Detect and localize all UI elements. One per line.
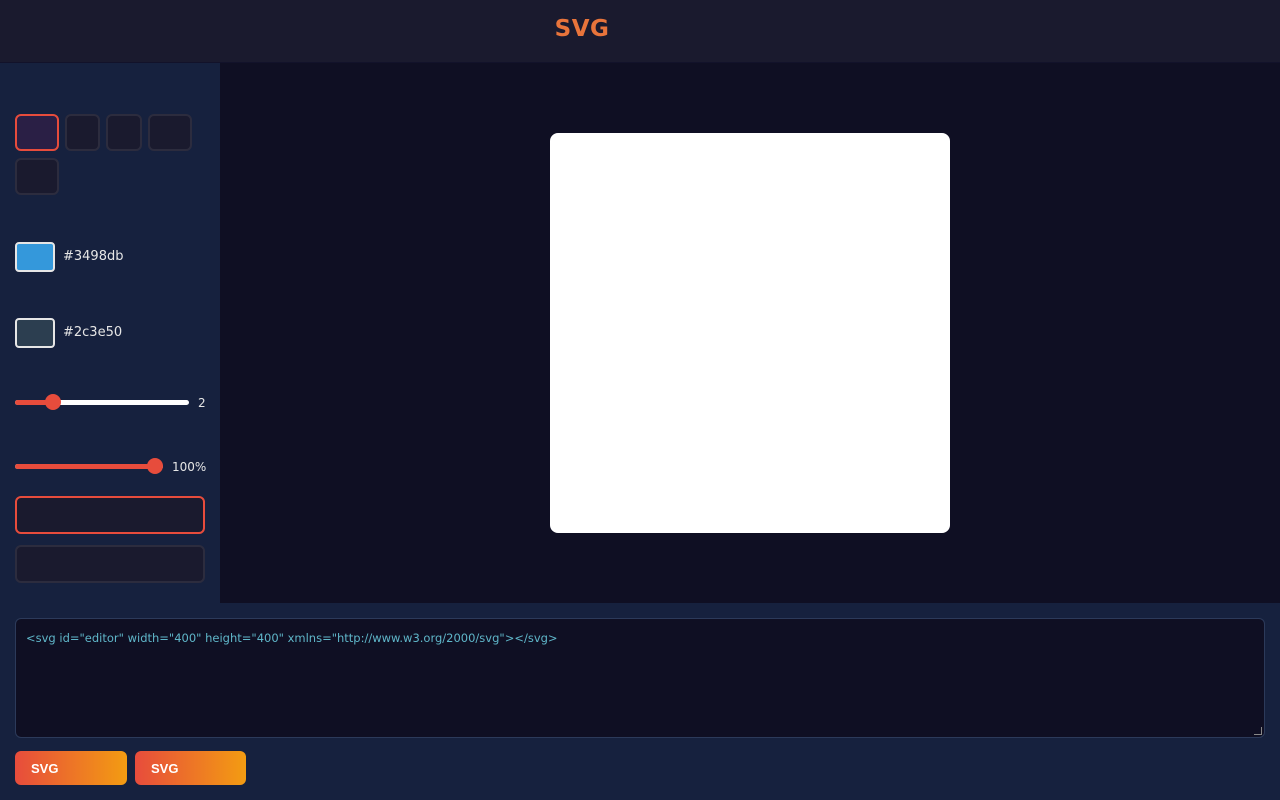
tool-sidebar: #3498db #2c3e50 2 100%	[0, 63, 220, 603]
svg-code-content: <svg id="editor" width="400" height="400…	[26, 631, 558, 645]
stroke-width-value: 2	[198, 396, 206, 410]
panel-button-1[interactable]	[15, 496, 205, 534]
svg-action-button-2[interactable]: SVG	[135, 751, 246, 785]
tool-button-4[interactable]	[148, 114, 192, 151]
opacity-fill	[15, 464, 155, 469]
tool-button-1[interactable]	[15, 114, 59, 151]
tool-button-5[interactable]	[15, 158, 59, 195]
panel-button-2[interactable]	[15, 545, 205, 583]
fill-color-value: #3498db	[63, 249, 124, 264]
stroke-color-picker[interactable]	[15, 318, 55, 348]
app-title: SVG	[554, 16, 610, 42]
opacity-slider[interactable]	[15, 458, 163, 474]
svg-action-button-1[interactable]: SVG	[15, 751, 127, 785]
stroke-width-thumb[interactable]	[45, 394, 62, 410]
fill-color-picker[interactable]	[15, 242, 55, 272]
svg-code-textarea[interactable]: <svg id="editor" width="400" height="400…	[15, 618, 1265, 738]
tool-button-3[interactable]	[106, 114, 142, 151]
app-header: SVG	[0, 0, 1280, 63]
opacity-thumb[interactable]	[147, 458, 163, 474]
canvas-area	[220, 63, 1280, 603]
stroke-color-value: #2c3e50	[63, 325, 123, 340]
resize-grip-icon[interactable]	[1254, 727, 1262, 735]
svg-editor-canvas[interactable]	[550, 133, 950, 533]
tool-button-2[interactable]	[65, 114, 100, 151]
opacity-value: 100%	[172, 460, 207, 474]
stroke-width-slider[interactable]	[15, 394, 189, 410]
